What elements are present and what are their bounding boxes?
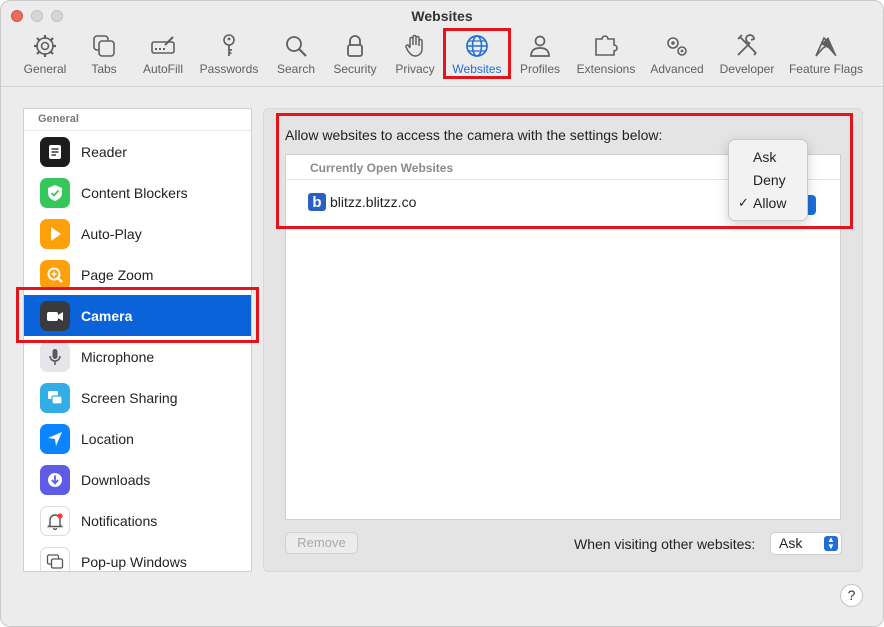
checkmark-icon: ✓: [738, 195, 749, 210]
table-row[interactable]: b blitzz.blitzz.co: [308, 193, 416, 211]
play-icon: [40, 218, 70, 249]
permission-menu: Ask Deny ✓ Allow: [728, 139, 808, 221]
toolbar-passwords[interactable]: Passwords: [197, 33, 261, 79]
toolbar-feature-flags[interactable]: Feature Flags: [787, 33, 865, 79]
toolbar-label: Passwords: [199, 62, 259, 76]
person-icon: [530, 35, 550, 57]
globe-icon: [466, 35, 488, 57]
sidebar-item-location[interactable]: Location: [24, 418, 251, 459]
sidebar-item-popup-windows[interactable]: Pop-up Windows: [24, 541, 251, 571]
sidebar-item-reader[interactable]: Reader: [24, 131, 251, 172]
sidebar-item-downloads[interactable]: Downloads: [24, 459, 251, 500]
toolbar-label: Developer: [719, 62, 775, 76]
sidebar-item-screen-sharing[interactable]: Screen Sharing: [24, 377, 251, 418]
toolbar-label: Privacy: [395, 62, 435, 76]
sidebar-item-auto-play[interactable]: Auto-Play: [24, 213, 251, 254]
site-favicon-icon: b: [308, 193, 326, 211]
autofill-icon: [151, 36, 175, 54]
toolbar-label: AutoFill: [142, 62, 183, 76]
sidebar-item-label: Microphone: [81, 348, 155, 365]
other-websites-label: When visiting other websites:: [574, 536, 756, 552]
toolbar-profiles[interactable]: Profiles: [517, 33, 563, 79]
toolbar-tabs[interactable]: Tabs: [87, 33, 121, 79]
toolbar-label: Security: [333, 62, 377, 76]
lock-icon: [347, 35, 363, 57]
toolbar-developer[interactable]: Developer: [717, 33, 777, 79]
toolbar-label: Tabs: [91, 62, 117, 76]
sidebar-item-label: Auto-Play: [81, 225, 142, 242]
sidebar-item-camera[interactable]: Camera: [24, 295, 251, 336]
sidebar-item-page-zoom[interactable]: Page Zoom: [24, 254, 251, 295]
flags-icon: [815, 36, 837, 57]
screen-sharing-icon: [40, 382, 70, 413]
sidebar-item-label: Camera: [81, 307, 133, 324]
tabs-icon: [93, 35, 115, 57]
location-icon: [40, 423, 70, 454]
popup-windows-icon: [40, 546, 70, 571]
sidebar-item-label: Screen Sharing: [81, 389, 178, 406]
menu-item-allow[interactable]: ✓ Allow: [729, 195, 807, 217]
sidebar-item-label: Notifications: [81, 512, 158, 529]
reader-icon: [40, 136, 70, 167]
toolbar-extensions[interactable]: Extensions: [575, 33, 637, 79]
sidebar-item-notifications[interactable]: Notifications: [24, 500, 251, 541]
downloads-icon: [40, 464, 70, 495]
toolbar-label: General: [23, 62, 67, 76]
menu-item-deny[interactable]: Deny: [729, 172, 807, 194]
bell-icon: [40, 505, 70, 536]
site-name: blitzz.blitzz.co: [330, 194, 417, 210]
toolbar-label: Search: [276, 62, 316, 76]
toolbar-privacy[interactable]: Privacy: [393, 33, 437, 79]
toolbar-advanced[interactable]: Advanced: [649, 33, 705, 79]
sidebar-item-label: Content Blockers: [81, 184, 188, 201]
toolbar-websites[interactable]: Websites: [448, 33, 506, 79]
sidebar-item-label: Downloads: [81, 471, 151, 488]
sidebar: General Reader Content Blockers Auto-Pla…: [23, 108, 252, 572]
zoom-icon: [40, 259, 70, 290]
content-heading: Allow websites to access the camera with…: [285, 127, 663, 143]
sidebar-item-label: Pop-up Windows: [81, 553, 187, 570]
sidebar-item-content-blockers[interactable]: Content Blockers: [24, 172, 251, 213]
toolbar-label: Advanced: [650, 62, 704, 76]
window-title: Websites: [411, 8, 473, 24]
menu-item-label: Deny: [753, 172, 786, 188]
search-icon: [286, 36, 307, 57]
menu-item-label: Allow: [753, 195, 787, 211]
gear-icon: [34, 35, 56, 57]
help-button[interactable]: ?: [840, 584, 863, 607]
gears-icon: [667, 37, 687, 56]
preferences-window: Websites General Tabs AutoFill Passwords…: [0, 0, 884, 627]
tools-icon: [737, 34, 757, 56]
other-websites-value: Ask: [779, 535, 803, 551]
toolbar-label: Feature Flags: [788, 62, 864, 76]
other-websites-select[interactable]: Ask ▲ ▼: [770, 532, 842, 555]
hand-icon: [405, 34, 423, 57]
sidebar-item-label: Reader: [81, 143, 127, 160]
shield-icon: [40, 177, 70, 208]
microphone-icon: [40, 341, 70, 372]
toolbar-label: Websites: [452, 62, 502, 76]
remove-button[interactable]: Remove: [285, 532, 358, 554]
chevron-updown-icon: ▲ ▼: [824, 536, 838, 551]
camera-icon: [40, 300, 70, 331]
titlebar: Websites General Tabs AutoFill Passwords…: [1, 1, 883, 87]
sidebar-item-microphone[interactable]: Microphone: [24, 336, 251, 377]
toolbar-general[interactable]: General: [21, 33, 69, 79]
toolbar-security[interactable]: Security: [329, 33, 381, 79]
key-icon: [223, 34, 235, 56]
menu-item-ask[interactable]: Ask: [729, 149, 807, 171]
menu-item-label: Ask: [753, 149, 777, 165]
sidebar-header: General: [24, 109, 251, 131]
toolbar-label: Extensions: [576, 62, 636, 76]
toolbar-label: Profiles: [519, 62, 560, 76]
toolbar-autofill[interactable]: AutoFill: [139, 33, 187, 79]
sidebar-item-label: Location: [81, 430, 134, 447]
toolbar-search[interactable]: Search: [275, 33, 317, 79]
sidebar-item-label: Page Zoom: [81, 266, 154, 283]
puzzle-icon: [595, 35, 618, 56]
